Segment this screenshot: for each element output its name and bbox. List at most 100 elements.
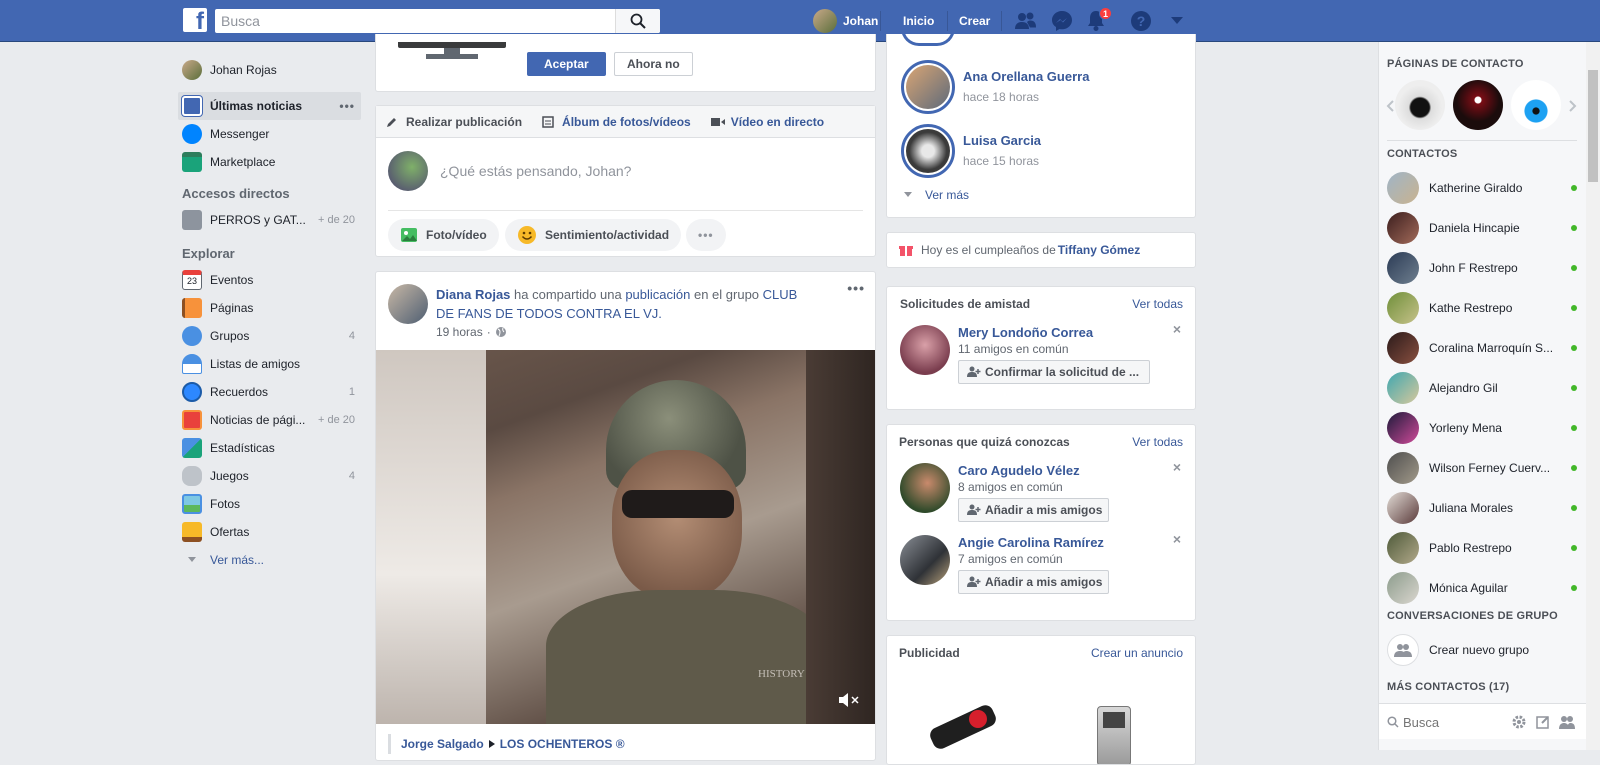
create-ad-link[interactable]: Crear un anuncio [1091,646,1183,660]
sidebar-item-photos[interactable]: Fotos [178,490,361,518]
mute-icon[interactable] [838,692,860,708]
explore-heading: Explorar [182,246,235,261]
more-actions-button[interactable]: ••• [686,219,726,251]
timestamp-label[interactable]: 19 horas [436,325,483,339]
close-icon[interactable]: × [1173,531,1181,547]
sidebar-item-offers[interactable]: Ofertas [178,518,361,546]
chevron-down-icon [188,557,196,562]
not-now-button[interactable]: Ahora no [614,52,693,76]
avatar[interactable] [900,463,950,513]
contact-item[interactable]: Mónica Aguilar [1387,570,1577,606]
stories-see-more[interactable]: Ver más [903,188,969,202]
tab-photo-album[interactable]: Álbum de fotos/vídeos [542,115,691,129]
contact-item[interactable]: Juliana Morales [1387,490,1577,526]
contact-page-avatar[interactable] [1511,80,1561,130]
see-more-link[interactable]: Ver más... [178,546,361,574]
tab-label: Vídeo en directo [730,114,825,129]
shared-author-link[interactable]: Jorge Salgado [401,737,484,751]
contact-item[interactable]: Daniela Hincapie [1387,210,1577,246]
close-icon[interactable]: × [1173,459,1181,475]
gear-icon[interactable] [1512,715,1526,729]
profile-shortcut[interactable]: Johan Rojas [178,56,361,84]
post-video[interactable]: HISTORY [376,350,875,724]
search-input[interactable] [215,9,615,33]
story-item[interactable]: Ana Orellana Guerra hace 18 horas [901,60,1181,116]
sidebar-item-label: Recuerdos [210,385,269,399]
contact-item[interactable]: Katherine Giraldo [1387,170,1577,206]
add-friend-button[interactable]: Añadir a mis amigos [958,570,1110,594]
action-label: Sentimiento/actividad [545,228,670,242]
sidebar-item-marketplace[interactable]: Marketplace [178,148,361,176]
chevron-left-icon[interactable] [1386,100,1394,112]
ad-image-ipod[interactable] [1097,706,1131,764]
create-group-button[interactable]: Crear nuevo grupo [1387,632,1577,668]
ad-image-mp3[interactable] [917,688,1017,758]
contact-item[interactable]: Kathe Restrepo [1387,290,1577,326]
friend-requests-icon[interactable] [1015,11,1037,31]
create-group-icon[interactable] [1559,715,1575,729]
sidebar-item-insights[interactable]: Estadísticas [178,434,361,462]
chat-search-input[interactable] [1403,711,1503,733]
contact-item[interactable]: Yorleny Mena [1387,410,1577,446]
button-label: Añadir a mis amigos [985,575,1103,589]
contact-page-avatar[interactable] [1453,80,1503,130]
avatar [1387,332,1419,364]
help-icon[interactable]: ? [1130,10,1152,32]
online-indicator [1571,185,1577,191]
sidebar-item-friend-lists[interactable]: Listas de amigos [178,350,361,378]
sidebar-item-games[interactable]: Juegos 4 [178,462,361,490]
mutual-friends: 7 amigos en común [958,552,1063,566]
pymk-see-all[interactable]: Ver todas [1132,435,1183,449]
sidebar-item-shortcut-group[interactable]: PERROS y GAT... + de 20 [178,206,361,234]
contact-item[interactable]: Pablo Restrepo [1387,530,1577,566]
add-friend-button[interactable]: Añadir a mis amigos [958,498,1110,522]
suggestion-name[interactable]: Caro Agudelo Vélez [958,463,1080,478]
chevron-right-icon[interactable] [1569,100,1577,112]
shared-group-link[interactable]: LOS OCHENTEROS ® [500,737,625,751]
contact-item[interactable]: Alejandro Gil [1387,370,1577,406]
tab-live-video[interactable]: Vídeo en directo [710,114,825,129]
sidebar-item-pages-feed[interactable]: Noticias de pági... + de 20 [178,406,361,434]
birthday-card[interactable]: Hoy es el cumpleaños de Tiffany Gómez [886,232,1196,268]
post-author-link[interactable]: Diana Rojas [436,287,510,302]
avatar[interactable] [388,284,428,324]
avatar[interactable] [900,325,950,375]
more-contacts-title[interactable]: MÁS CONTACTOS (17) [1379,681,1509,693]
page-scrollbar[interactable] [1586,42,1600,750]
more-options-icon[interactable]: ••• [339,99,355,113]
composer-input[interactable]: ¿Qué estás pensando, Johan? [440,163,631,179]
suggestion-name[interactable]: Angie Carolina Ramírez [958,535,1104,550]
accept-button[interactable]: Aceptar [527,52,606,76]
contact-page-avatar[interactable] [1395,80,1445,130]
video-camera-icon [710,117,725,126]
sidebar-item-pages[interactable]: Páginas [178,294,361,322]
tab-label: Realizar publicación [406,114,523,129]
count-badge: 1 [348,386,355,398]
sidebar-item-groups[interactable]: Grupos 4 [178,322,361,350]
avatar[interactable] [900,535,950,585]
confirm-request-button[interactable]: Confirmar la solicitud de ... [958,360,1151,384]
sidebar-item-messenger[interactable]: Messenger [178,120,361,148]
photo-video-button[interactable]: Foto/vídeo [388,219,499,251]
chevron-down-icon[interactable] [1170,17,1184,25]
contact-item[interactable]: Wilson Ferney Cuerv... [1387,450,1577,486]
birthday-name-link[interactable]: Tiffany Gómez [1058,243,1140,257]
post-options-button[interactable]: ••• [847,280,865,296]
facebook-logo-icon[interactable]: f [183,8,207,32]
new-message-icon[interactable] [1536,715,1550,729]
sidebar-item-events[interactable]: 23 Eventos [178,266,361,294]
contact-item[interactable]: John F Restrepo [1387,250,1577,286]
sidebar-item-news-feed[interactable]: Últimas noticias ••• [178,92,361,120]
tab-create-post[interactable]: Realizar publicación [386,115,522,129]
search-button[interactable] [615,9,660,33]
feeling-activity-button[interactable]: Sentimiento/actividad [505,219,682,251]
friend-requests-see-all[interactable]: Ver todas [1132,297,1183,311]
close-icon[interactable]: × [1173,321,1181,337]
story-item[interactable]: Luisa Garcia hace 15 horas [901,124,1181,180]
sidebar-item-memories[interactable]: Recuerdos 1 [178,378,361,406]
scrollbar-thumb[interactable] [1588,70,1598,182]
messenger-icon[interactable] [1051,10,1073,32]
request-name[interactable]: Mery Londoño Correa [958,325,1093,340]
post-shared-link[interactable]: publicación [625,287,690,302]
contact-item[interactable]: Coralina Marroquín S... [1387,330,1577,366]
